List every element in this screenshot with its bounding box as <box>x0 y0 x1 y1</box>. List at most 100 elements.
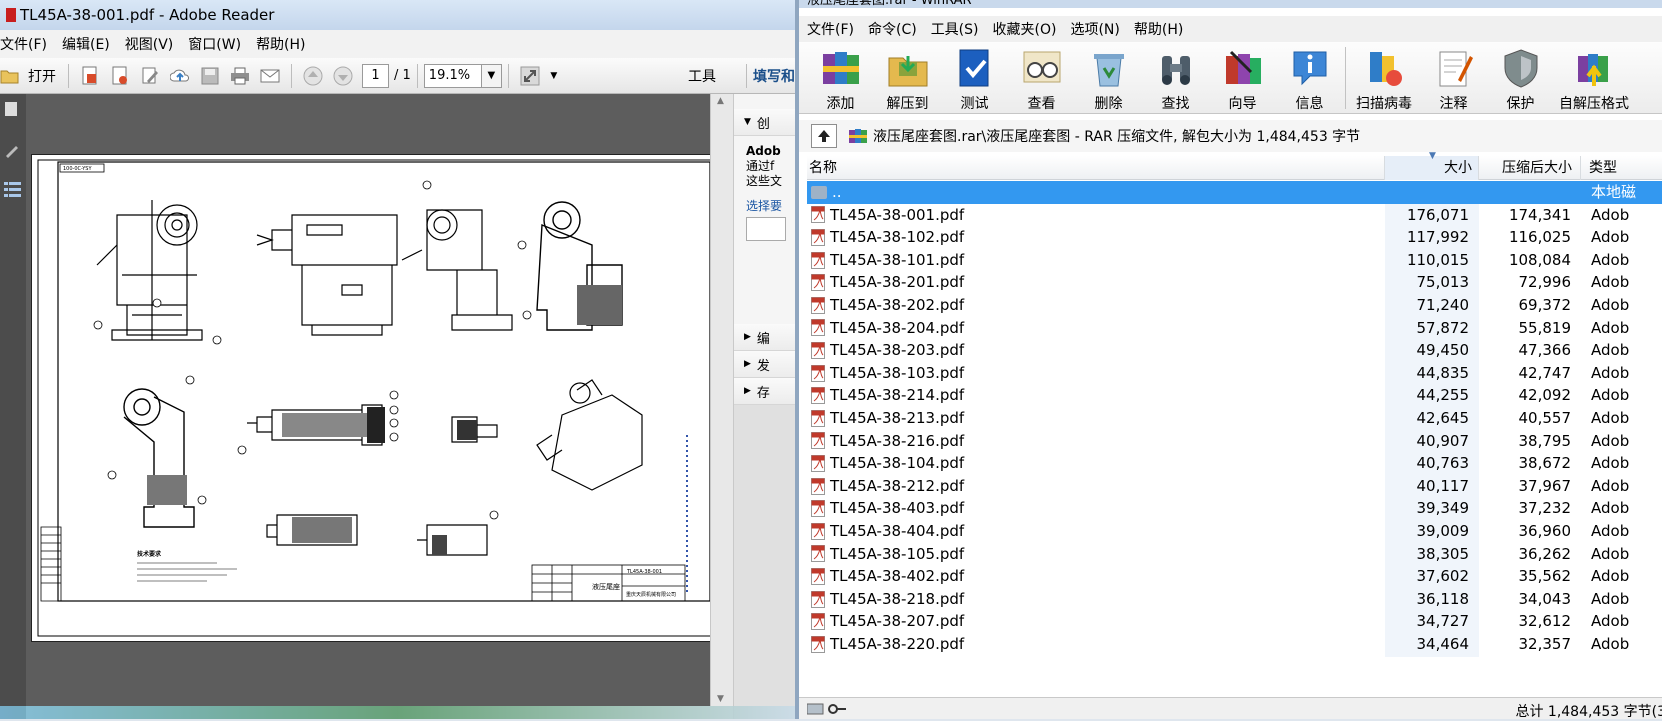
extract-to-button[interactable]: 解压到 <box>874 42 941 114</box>
sfx-button[interactable]: 自解压格式 <box>1554 42 1634 114</box>
file-size: 71,240 <box>1416 296 1470 314</box>
file-name-cell: TL45A-38-403.pdf <box>807 497 1385 520</box>
select-file-box[interactable] <box>746 217 786 241</box>
pdf-file-icon <box>811 274 825 292</box>
find-button[interactable]: 查找 <box>1142 42 1209 114</box>
create-pdf-button[interactable] <box>77 63 103 89</box>
file-size: 42,645 <box>1416 409 1470 427</box>
page-number-input[interactable]: 1 <box>362 63 389 88</box>
file-size: 176,071 <box>1406 205 1469 224</box>
reader-menu-help[interactable]: 帮助(H) <box>250 34 314 54</box>
email-button[interactable] <box>257 63 283 89</box>
file-row[interactable]: TL45A-38-404.pdf 39,009 36,960 Adob <box>807 520 1662 543</box>
wizard-button[interactable]: 向导 <box>1209 42 1276 114</box>
file-packed-size: 174,341 <box>1508 205 1571 224</box>
attachment-icon[interactable] <box>6 146 18 158</box>
file-row[interactable]: TL45A-38-216.pdf 40,907 38,795 Adob <box>807 430 1662 453</box>
open-label: 打开 <box>28 68 56 85</box>
file-row[interactable]: TL45A-38-203.pdf 49,450 47,366 Adob <box>807 339 1662 362</box>
file-name-cell: TL45A-38-404.pdf <box>807 520 1385 543</box>
edit-button[interactable] <box>137 63 163 89</box>
column-header-type[interactable]: 类型 <box>1581 156 1662 180</box>
page-thumbnail-icon[interactable] <box>5 102 17 116</box>
file-row[interactable]: TL45A-38-220.pdf 34,464 32,357 Adob <box>807 633 1662 656</box>
protect-button[interactable]: 保护 <box>1487 42 1554 114</box>
tools-tab[interactable]: 工具 <box>688 66 716 86</box>
winrar-menu-file[interactable]: 文件(F) <box>807 19 854 39</box>
winrar-menu-options[interactable]: 选项(N) <box>1070 19 1119 39</box>
file-size: 57,872 <box>1416 318 1470 337</box>
reader-menu-file[interactable]: 文件(F) <box>0 34 56 54</box>
column-header-name[interactable]: 名称 <box>807 156 1385 180</box>
prev-page-button[interactable] <box>300 63 326 89</box>
parent-folder-row[interactable]: .. 本地磁 <box>807 181 1662 204</box>
reader-menu-window[interactable]: 窗口(W) <box>182 34 250 54</box>
file-size: 34,727 <box>1416 612 1470 631</box>
delete-button[interactable]: 删除 <box>1075 42 1142 114</box>
view-button[interactable]: 查看 <box>1008 42 1075 114</box>
file-row[interactable]: TL45A-38-202.pdf 71,240 69,372 Adob <box>807 294 1662 317</box>
file-row[interactable]: TL45A-38-213.pdf 42,645 40,557 Adob <box>807 407 1662 430</box>
recycle-bin-icon <box>1093 54 1124 87</box>
drawing-corner-label: 100-0C-YSY <box>63 166 92 172</box>
file-row[interactable]: TL45A-38-201.pdf 75,013 72,996 Adob <box>807 271 1662 294</box>
add-button[interactable]: 添加 <box>807 42 874 114</box>
scroll-down-icon[interactable]: ▼ <box>717 694 724 704</box>
pdf-file-icon <box>811 590 825 608</box>
file-type: Adob <box>1591 386 1630 405</box>
file-row[interactable]: TL45A-38-105.pdf 38,305 36,262 Adob <box>807 543 1662 566</box>
up-folder-button[interactable] <box>811 124 837 148</box>
test-button[interactable]: 测试 <box>941 42 1008 114</box>
file-name-cell: TL45A-38-214.pdf <box>807 384 1385 407</box>
info-button[interactable]: 信息 <box>1276 42 1343 114</box>
file-row[interactable]: TL45A-38-103.pdf 44,835 42,747 Adob <box>807 362 1662 385</box>
zoom-dropdown-button[interactable]: ▼ <box>481 63 502 88</box>
comment-button[interactable]: 注释 <box>1420 42 1487 114</box>
file-list: .. 本地磁 TL45A-38-001.pdf 176,071 174,341 Adob T… <box>807 181 1662 657</box>
next-page-button[interactable] <box>330 63 356 89</box>
combine-icon <box>112 66 127 84</box>
file-row[interactable]: TL45A-38-212.pdf 40,117 37,967 Adob <box>807 475 1662 498</box>
file-row[interactable]: TL45A-38-102.pdf 117,992 116,025 Adob <box>807 226 1662 249</box>
document-vertical-scrollbar[interactable]: ▲ ▼ <box>710 94 733 706</box>
pdf-file-icon <box>811 341 825 359</box>
file-name-cell: TL45A-38-103.pdf <box>807 362 1385 385</box>
file-row[interactable]: TL45A-38-218.pdf 36,118 34,043 Adob <box>807 588 1662 611</box>
print-button[interactable] <box>227 63 253 89</box>
file-name: TL45A-38-214.pdf <box>830 386 965 405</box>
upload-button[interactable] <box>167 63 193 89</box>
zoom-input[interactable]: 19.1% <box>423 63 482 88</box>
fullscreen-button[interactable] <box>517 63 543 89</box>
store-section[interactable]: ▶ 存 <box>734 378 795 405</box>
navigation-pane <box>0 94 26 719</box>
scroll-up-icon[interactable]: ▲ <box>717 96 724 106</box>
combine-button[interactable] <box>107 63 133 89</box>
winrar-menu-favorites[interactable]: 收藏夹(O) <box>993 19 1057 39</box>
file-row[interactable]: TL45A-38-402.pdf 37,602 35,562 Adob <box>807 565 1662 588</box>
scan-virus-button[interactable]: 扫描病毒 <box>1348 42 1420 114</box>
file-row[interactable]: TL45A-38-204.pdf 57,872 55,819 Adob <box>807 317 1662 340</box>
select-file-link[interactable]: 选择要 <box>746 199 795 214</box>
winrar-menu-tools[interactable]: 工具(S) <box>931 19 979 39</box>
file-row[interactable]: TL45A-38-214.pdf 44,255 42,092 Adob <box>807 384 1662 407</box>
create-pdf-section[interactable]: ▼ 创 <box>734 109 795 136</box>
file-row[interactable]: TL45A-38-403.pdf 39,349 37,232 Adob <box>807 497 1662 520</box>
save-button[interactable] <box>197 63 223 89</box>
column-header-packed[interactable]: 压缩后大小 <box>1479 156 1581 180</box>
chevron-down-icon: ▼ <box>550 70 558 81</box>
winrar-menu-help[interactable]: 帮助(H) <box>1134 19 1183 39</box>
winrar-menubar: 文件(F) 命令(C) 工具(S) 收藏夹(O) 选项(N) 帮助(H) <box>799 16 1662 42</box>
fill-sign-tab[interactable]: 填写和 <box>753 66 795 86</box>
edit-section[interactable]: ▶ 编 <box>734 324 795 351</box>
toolbar-more-button[interactable]: ▼ <box>547 63 561 89</box>
open-button[interactable]: 打开 <box>0 63 60 89</box>
reader-menu-edit[interactable]: 编辑(E) <box>56 34 119 54</box>
file-row[interactable]: TL45A-38-207.pdf 34,727 32,612 Adob <box>807 610 1662 633</box>
reader-menu-view[interactable]: 视图(V) <box>119 34 183 54</box>
file-row[interactable]: TL45A-38-001.pdf 176,071 174,341 Adob <box>807 204 1662 227</box>
winrar-menu-commands[interactable]: 命令(C) <box>868 19 917 39</box>
pdf-file-icon <box>811 409 825 427</box>
file-row[interactable]: TL45A-38-101.pdf 110,015 108,084 Adob <box>807 249 1662 272</box>
send-section[interactable]: ▶ 发 <box>734 351 795 378</box>
file-row[interactable]: TL45A-38-104.pdf 40,763 38,672 Adob <box>807 452 1662 475</box>
